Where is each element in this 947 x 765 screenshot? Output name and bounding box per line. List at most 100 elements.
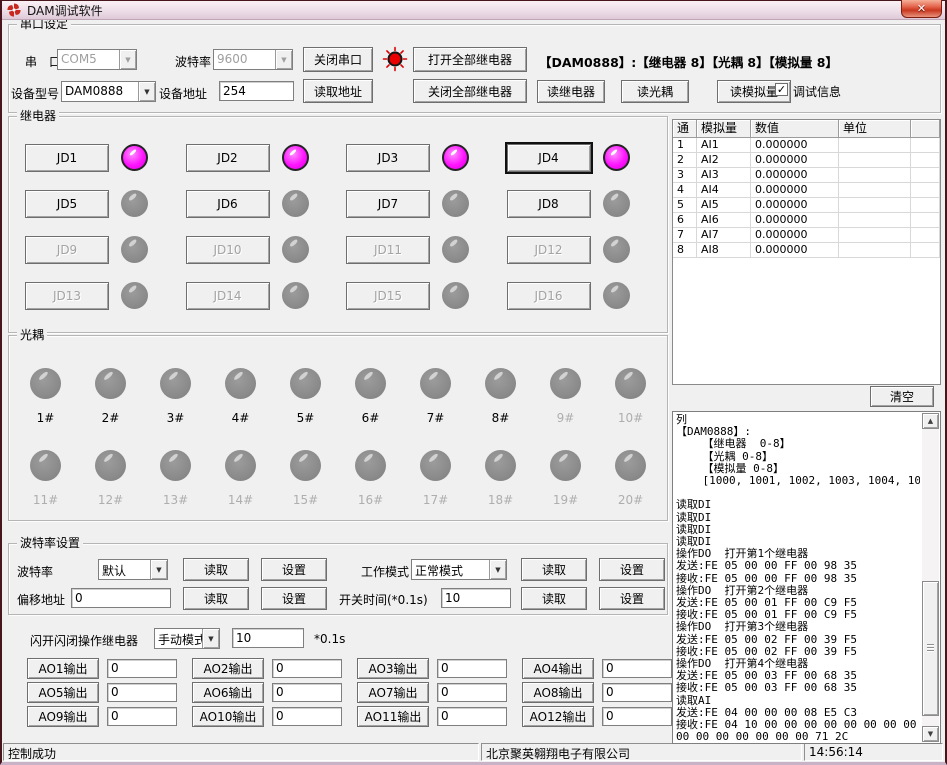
- ao7-output-input[interactable]: [437, 683, 507, 702]
- mode-set-button[interactable]: 设置: [599, 558, 665, 581]
- ao5-output-button[interactable]: AO5输出: [27, 682, 99, 703]
- open-all-relays-button[interactable]: 打开全部继电器: [413, 47, 527, 72]
- relay-button-jd3[interactable]: JD3: [346, 144, 430, 172]
- relay-button-jd14[interactable]: JD14: [186, 282, 270, 310]
- relay-button-jd7[interactable]: JD7: [346, 190, 430, 218]
- scroll-thumb[interactable]: [922, 581, 939, 716]
- analog-table-row[interactable]: 4AI40.000000: [673, 183, 940, 198]
- offset-address-input[interactable]: [71, 588, 171, 608]
- ao9-output-button[interactable]: AO9输出: [27, 706, 99, 727]
- analog-table-row[interactable]: 1AI10.000000: [673, 138, 940, 153]
- ao12-output-input[interactable]: [602, 707, 672, 726]
- relay-button-jd5[interactable]: JD5: [25, 190, 109, 218]
- ao6-output-input[interactable]: [272, 683, 342, 702]
- ao8-output-button[interactable]: AO8输出: [522, 682, 594, 703]
- opto-led-2: [95, 368, 126, 399]
- clear-log-button[interactable]: 清空: [870, 386, 934, 407]
- log-text: 列 【DAM0888】: 【继电器 0-8】 【光耦 0-8】 【模拟量 0-8…: [676, 414, 920, 742]
- baud-read-button[interactable]: 读取: [183, 558, 249, 581]
- mode-read-button[interactable]: 读取: [521, 558, 587, 581]
- opto-cell: 8#: [485, 364, 516, 446]
- ao10-output-button[interactable]: AO10输出: [192, 706, 264, 727]
- opto-label-15: 15#: [293, 493, 318, 507]
- read-relay-button[interactable]: 读继电器: [537, 80, 605, 103]
- analog-table-cell: 0.000000: [751, 183, 839, 198]
- analog-table-cell: AI4: [697, 183, 751, 198]
- relay-button-jd11[interactable]: JD11: [346, 236, 430, 264]
- scroll-down-button[interactable]: ▼: [922, 726, 939, 742]
- ao7-output-button[interactable]: AO7输出: [357, 682, 429, 703]
- analog-table-row[interactable]: 6AI60.000000: [673, 213, 940, 228]
- ao8-output-input[interactable]: [602, 683, 672, 702]
- ao10-output-input[interactable]: [272, 707, 342, 726]
- time-set-button[interactable]: 设置: [599, 587, 665, 610]
- relay-button-jd12[interactable]: JD12: [507, 236, 591, 264]
- opto-label-6: 6#: [362, 411, 380, 425]
- relay-button-jd9[interactable]: JD9: [25, 236, 109, 264]
- analog-table-row[interactable]: 8AI80.000000: [673, 243, 940, 258]
- analog-table-row[interactable]: 7AI70.000000: [673, 228, 940, 243]
- close-button[interactable]: ✕: [901, 0, 942, 18]
- log-scrollbar[interactable]: ▲ ▼: [922, 413, 939, 742]
- ao1-output-button[interactable]: AO1输出: [27, 658, 99, 679]
- col-header-value[interactable]: 数值: [751, 120, 839, 138]
- ao12-output-button[interactable]: AO12输出: [522, 706, 594, 727]
- analog-table-row[interactable]: 2AI20.000000: [673, 153, 940, 168]
- relay-button-jd8[interactable]: JD8: [507, 190, 591, 218]
- ao4-output-button[interactable]: AO4输出: [522, 658, 594, 679]
- ao1-output-input[interactable]: [107, 659, 177, 678]
- baud-setting-combo[interactable]: 默认 ▼: [98, 559, 168, 580]
- ao4-output-input[interactable]: [602, 659, 672, 678]
- relay-button-jd16[interactable]: JD16: [507, 282, 591, 310]
- offset-set-button[interactable]: 设置: [261, 587, 327, 610]
- flash-mode-combo[interactable]: 手动模式 ▼: [154, 628, 220, 649]
- offset-read-button[interactable]: 读取: [183, 587, 249, 610]
- clock-label: 14:56:14: [804, 743, 943, 761]
- relay-grid: JD1 JD2 JD3 JD4 JD5 JD6 JD7 JD8 JD9 JD10 JD11 JD12 J…: [19, 144, 661, 328]
- relay-button-jd1[interactable]: JD1: [25, 144, 109, 172]
- ao3-output-button[interactable]: AO3输出: [357, 658, 429, 679]
- ao9-output-input[interactable]: [107, 707, 177, 726]
- relay-button-jd4[interactable]: JD4: [507, 144, 591, 172]
- switch-time-input[interactable]: [441, 588, 511, 608]
- port-combo[interactable]: COM5 ▼: [57, 49, 137, 70]
- read-opto-button[interactable]: 读光耦: [621, 80, 689, 103]
- ao2-output-input[interactable]: [272, 659, 342, 678]
- scroll-up-button[interactable]: ▲: [922, 413, 939, 429]
- col-header-unit[interactable]: 单位: [839, 120, 911, 138]
- time-read-button[interactable]: 读取: [521, 587, 587, 610]
- work-mode-combo[interactable]: 正常模式 ▼: [411, 559, 507, 580]
- col-header-channel[interactable]: 通: [673, 120, 697, 138]
- relay-button-jd13[interactable]: JD13: [25, 282, 109, 310]
- log-area[interactable]: 列 【DAM0888】: 【继电器 0-8】 【光耦 0-8】 【模拟量 0-8…: [672, 411, 941, 744]
- analog-table-cell: 0.000000: [751, 213, 839, 228]
- close-icon: ✕: [917, 2, 926, 15]
- ao11-output-input[interactable]: [437, 707, 507, 726]
- baudrate-combo[interactable]: 9600 ▼: [213, 49, 293, 70]
- address-input[interactable]: [219, 81, 294, 101]
- close-port-button[interactable]: 关闭串口: [303, 47, 373, 72]
- analog-table-row[interactable]: 5AI50.000000: [673, 198, 940, 213]
- ao6-output-button[interactable]: AO6输出: [192, 682, 264, 703]
- ao3-output-input[interactable]: [437, 659, 507, 678]
- debug-info-checkbox[interactable]: ✓: [775, 83, 788, 96]
- col-header-analog[interactable]: 模拟量: [697, 120, 751, 138]
- chevron-down-icon: ▼: [275, 50, 292, 69]
- read-address-button[interactable]: 读取地址: [303, 79, 373, 103]
- relay-button-jd2[interactable]: JD2: [186, 144, 270, 172]
- ao2-output-button[interactable]: AO2输出: [192, 658, 264, 679]
- model-combo[interactable]: DAM0888 ▼: [61, 81, 156, 102]
- scroll-grip-icon: [927, 644, 934, 652]
- relay-button-jd10[interactable]: JD10: [186, 236, 270, 264]
- baud-set-button[interactable]: 设置: [261, 558, 327, 581]
- ao5-output-input[interactable]: [107, 683, 177, 702]
- relay-button-jd15[interactable]: JD15: [346, 282, 430, 310]
- analog-table-cell: AI6: [697, 213, 751, 228]
- relay-cell: JD15: [340, 282, 501, 328]
- ao11-output-button[interactable]: AO11输出: [357, 706, 429, 727]
- relay-cell: JD16: [501, 282, 662, 328]
- analog-table-row[interactable]: 3AI30.000000: [673, 168, 940, 183]
- close-all-relays-button[interactable]: 关闭全部继电器: [413, 79, 527, 103]
- flash-time-input[interactable]: [232, 628, 304, 648]
- relay-button-jd6[interactable]: JD6: [186, 190, 270, 218]
